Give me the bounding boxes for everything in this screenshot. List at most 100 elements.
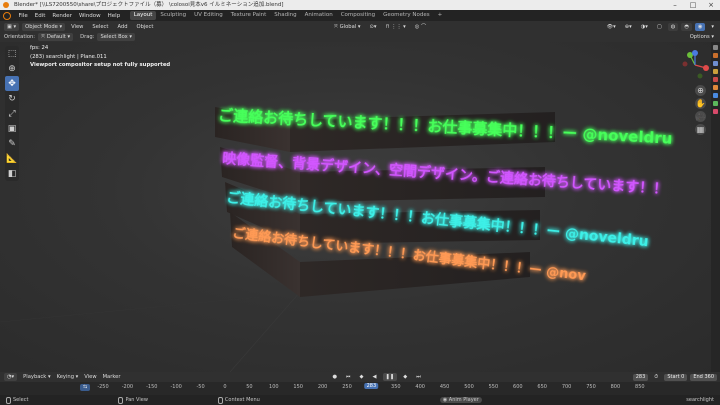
tool-props-icon[interactable] — [713, 45, 718, 50]
menu-help[interactable]: Help — [104, 13, 124, 19]
output-props-icon[interactable] — [713, 61, 718, 66]
overlay-icon[interactable]: ◑▾ — [638, 23, 651, 31]
menu-select[interactable]: Select — [89, 23, 111, 31]
cursor-tool-icon[interactable]: ⊕ — [5, 61, 19, 76]
tab-uv-editing[interactable]: UV Editing — [190, 11, 227, 20]
start-frame-field[interactable]: Start 0 — [664, 373, 688, 381]
menu-playback-label: Playback — [23, 374, 47, 380]
summary-toggle-icon[interactable]: ⇆ — [80, 384, 91, 391]
transform-tool-icon[interactable]: ▣ — [5, 121, 19, 136]
menu-marker[interactable]: Marker — [100, 374, 124, 380]
floor-line — [229, 291, 301, 372]
select-box-tool-icon[interactable]: ⬚ — [5, 46, 19, 61]
tab-animation[interactable]: Animation — [301, 11, 337, 20]
menu-view[interactable]: View — [68, 23, 86, 31]
orientation-select[interactable]: ⤧ Default ▾ — [38, 33, 74, 41]
visibility-icon[interactable]: 👁▾ — [604, 23, 619, 31]
mode-select[interactable]: Object Mode ▾ — [22, 22, 66, 31]
prev-key-icon[interactable]: ◆ — [357, 373, 367, 381]
timeline-editor-type-button[interactable]: ◔▾ — [4, 373, 18, 381]
3d-viewport[interactable]: ご連絡お待ちしています！！！お仕事募集中！！！ー @noveldru 映像監督、… — [0, 42, 720, 372]
auto-key-icon[interactable]: ● — [329, 373, 340, 381]
menu-render[interactable]: Render — [49, 13, 76, 19]
menu-edit[interactable]: Edit — [31, 13, 49, 19]
shading-options-icon[interactable]: ▾ — [708, 23, 717, 31]
tab-compositing[interactable]: Compositing — [337, 11, 379, 20]
xray-icon[interactable]: ▢ — [654, 23, 665, 31]
timeline-tick-label: 700 — [561, 384, 572, 390]
menu-add[interactable]: Add — [114, 23, 130, 31]
scene-props-icon[interactable] — [713, 69, 718, 74]
tab-layout[interactable]: Layout — [129, 11, 157, 20]
window-titlebar: Blender* [\\LS7200550\share\プロジェクトファイル（募… — [0, 0, 720, 10]
data-props-icon[interactable] — [713, 101, 718, 106]
zoom-icon[interactable]: ⊕ — [695, 85, 706, 96]
timeline-tick-label: 550 — [488, 384, 499, 390]
blender-menu-icon[interactable] — [3, 11, 11, 20]
timeline-ruler[interactable]: ⇆ -250 -200 -150 -100 -50 0 50 100 150 200 250 283 3… — [0, 382, 720, 395]
pan-hand-icon[interactable]: ✋ — [695, 98, 706, 109]
add-cube-tool-icon[interactable]: ◧ — [5, 166, 19, 181]
options-button[interactable]: Options ▾ — [687, 33, 717, 41]
shading-material-icon[interactable]: ◓ — [681, 22, 692, 31]
viewport-scene: ご連絡お待ちしています！！！お仕事募集中！！！ー @noveldru 映像監督、… — [0, 106, 673, 372]
proportional-edit-icon[interactable]: ◎ ⌒ — [412, 23, 429, 31]
shading-solid-icon[interactable]: ◍ — [667, 22, 679, 31]
world-props-icon[interactable] — [713, 77, 718, 82]
pivot-icon[interactable]: ⊙▾ — [366, 23, 379, 31]
tab-shading[interactable]: Shading — [270, 11, 300, 20]
material-props-icon[interactable] — [713, 109, 718, 114]
snap-icon[interactable]: ⊓ ⋮⋮ ▾ — [382, 23, 408, 31]
drag-select[interactable]: Select Box ▾ — [97, 33, 136, 41]
tool-settings-header: Orientation: ⤧ Default ▾ Drag: Select Bo… — [0, 32, 720, 42]
close-icon[interactable]: × — [702, 0, 720, 10]
play-reverse-icon[interactable]: ◀ — [370, 373, 380, 381]
measure-tool-icon[interactable]: 📐 — [5, 151, 19, 166]
menu-playback[interactable]: Playback ▾ — [20, 374, 53, 380]
z-axis-icon[interactable] — [692, 50, 698, 56]
camera-view-icon[interactable]: 🎥 — [695, 111, 706, 122]
timeline-tick-label: 750 — [586, 384, 596, 390]
editor-type-button[interactable]: ▣ ▾ — [4, 22, 20, 31]
neg-x-axis-icon[interactable] — [682, 61, 688, 67]
menu-timeline-view[interactable]: View — [81, 374, 99, 380]
timeline-tick-label: 850 — [635, 384, 645, 390]
scale-tool-icon[interactable]: ⤢ — [5, 106, 19, 121]
end-frame-field[interactable]: End 360 — [690, 373, 717, 381]
mouse-left-icon — [6, 396, 11, 404]
preview-range-icon[interactable]: ⏱ — [651, 373, 661, 381]
menu-object[interactable]: Object — [133, 23, 156, 31]
jump-end-icon[interactable]: ⏭ — [413, 373, 424, 381]
annotate-tool-icon[interactable]: ✎ — [5, 136, 19, 151]
menu-window[interactable]: Window — [75, 13, 104, 19]
render-props-icon[interactable] — [713, 53, 718, 58]
shading-rendered-icon[interactable]: ◉ — [694, 22, 706, 31]
move-tool-icon[interactable]: ✥ — [5, 76, 19, 91]
jump-start-icon[interactable]: ⏮ — [343, 373, 354, 381]
rotate-tool-icon[interactable]: ↻ — [5, 91, 19, 106]
menu-file[interactable]: File — [15, 13, 31, 19]
maximize-icon[interactable]: □ — [684, 0, 702, 10]
x-axis-icon[interactable] — [703, 65, 709, 71]
current-frame-field[interactable]: 283 — [632, 373, 649, 381]
gizmo-icon[interactable]: ⊕▾ — [622, 23, 635, 31]
add-workspace-icon[interactable]: + — [434, 11, 447, 20]
tab-geometry-nodes[interactable]: Geometry Nodes — [379, 11, 433, 20]
timeline-playhead[interactable]: 283 — [364, 383, 379, 389]
navigation-gizmo[interactable] — [680, 50, 710, 80]
timeline-tick-label: -150 — [146, 384, 158, 390]
minimize-icon[interactable]: – — [666, 0, 684, 10]
next-key-icon[interactable]: ◆ — [400, 373, 410, 381]
perspective-grid-icon[interactable]: ▦ — [695, 124, 706, 135]
transform-orientation-select[interactable]: ⤧ Global ▾ — [331, 23, 364, 31]
tab-texture-paint[interactable]: Texture Paint — [227, 11, 271, 20]
properties-tab-strip — [711, 42, 720, 372]
menu-keying[interactable]: Keying ▾ — [54, 374, 82, 380]
start-label: Start — [667, 373, 680, 380]
object-props-icon[interactable] — [713, 85, 718, 90]
tab-sculpting[interactable]: Sculpting — [156, 11, 190, 20]
modifier-props-icon[interactable] — [713, 93, 718, 98]
pause-icon[interactable]: ❚❚ — [382, 373, 398, 381]
timeline-tick-label: 0 — [223, 384, 227, 390]
neg-y-axis-icon[interactable] — [697, 73, 703, 79]
